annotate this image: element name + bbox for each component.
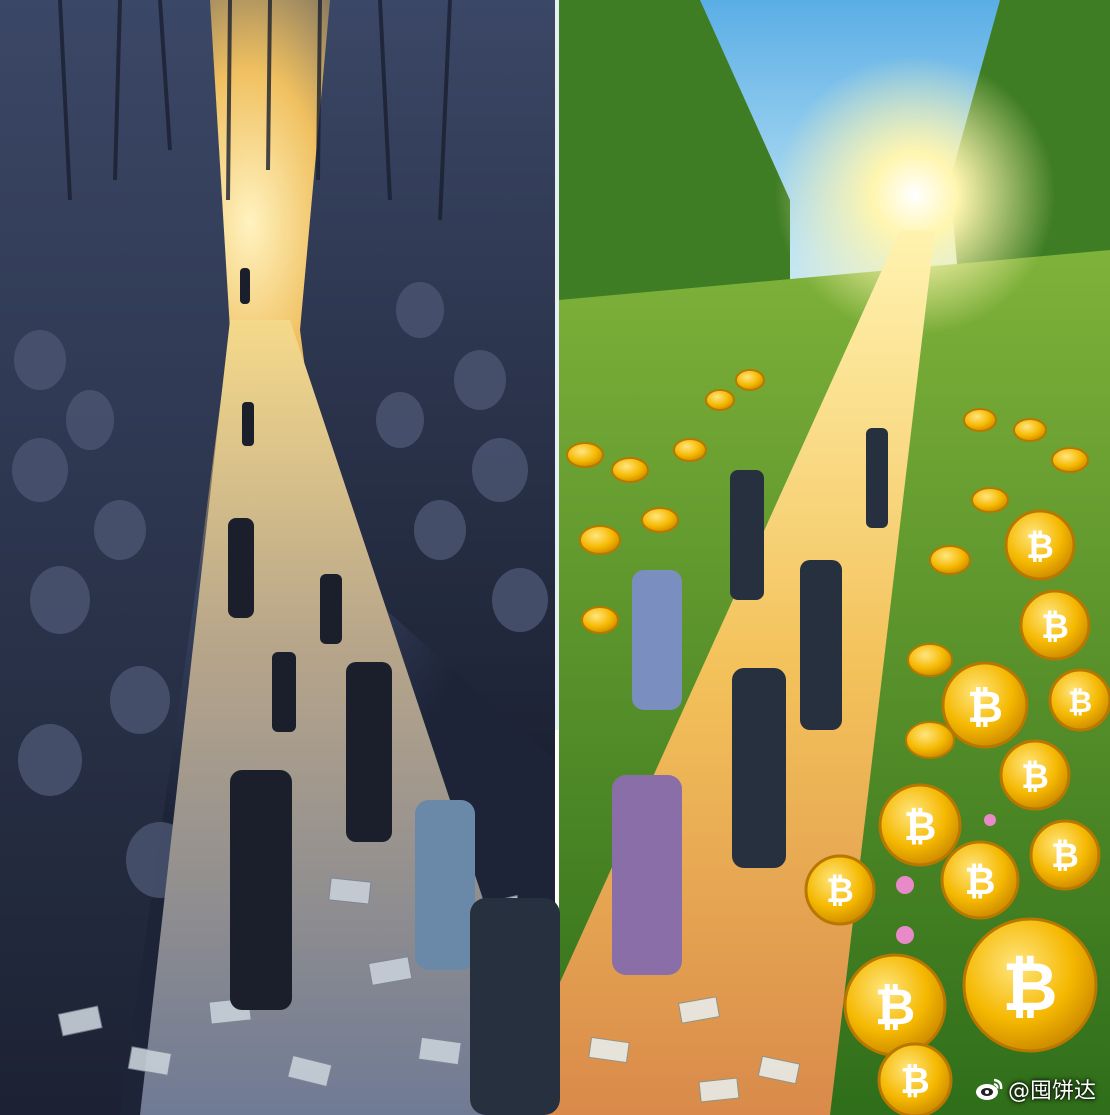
weibo-logo-icon <box>975 1078 1003 1100</box>
right-sunny-park-panel: ₿ ₿ ₿ ₿ ₿ ₿ ₿ ₿ ₿ ₿ ₿ ₿ <box>470 0 1110 1115</box>
svg-text:₿: ₿ <box>1021 757 1049 797</box>
svg-text:₿: ₿ <box>826 871 854 911</box>
svg-text:₿: ₿ <box>875 978 916 1036</box>
svg-text:₿: ₿ <box>965 859 996 903</box>
panel-divider <box>555 0 559 730</box>
svg-text:₿: ₿ <box>900 1061 929 1102</box>
watermark-handle: @囤饼达 <box>1007 1079 1096 1104</box>
svg-text:₿: ₿ <box>904 804 937 850</box>
svg-text:₿: ₿ <box>1041 607 1069 647</box>
split-scene-illustration: ₿ ₿ ₿ ₿ ₿ ₿ ₿ ₿ ₿ ₿ ₿ ₿ <box>0 0 1110 1115</box>
weibo-watermark: @囤饼达 <box>974 1073 1096 1105</box>
svg-text:₿: ₿ <box>1068 685 1092 720</box>
svg-text:₿: ₿ <box>1002 948 1057 1027</box>
svg-text:₿: ₿ <box>1026 527 1054 567</box>
svg-text:₿: ₿ <box>967 682 1003 733</box>
svg-text:₿: ₿ <box>1051 836 1079 876</box>
